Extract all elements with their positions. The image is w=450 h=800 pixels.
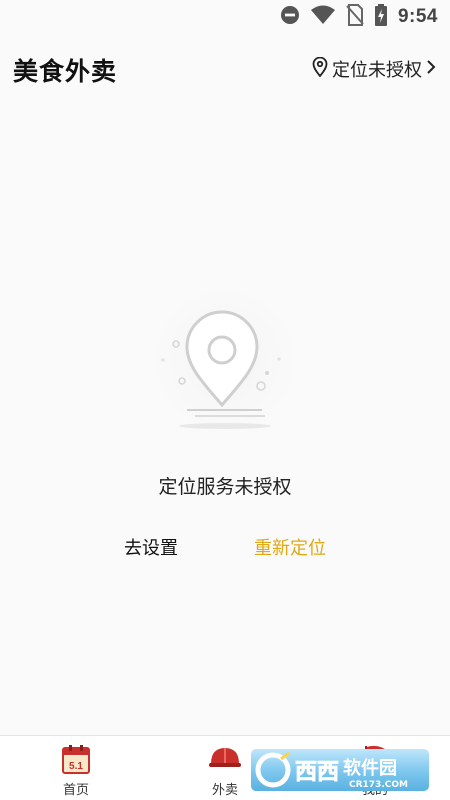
page-title: 美食外卖: [13, 58, 118, 86]
relocate-button[interactable]: 重新定位: [254, 534, 326, 560]
status-bar: 9:54: [0, 0, 450, 34]
svg-text:西西: 西西: [295, 760, 339, 785]
dnd-icon: [280, 5, 300, 30]
location-pin-illustration: [125, 265, 325, 455]
svg-text:CR173.COM: CR173.COM: [349, 780, 408, 790]
no-sim-icon: [346, 3, 364, 31]
wifi-icon: [310, 5, 336, 30]
calendar-5-1-icon: 5.1: [62, 744, 90, 779]
tab-home[interactable]: 5.1 首页: [16, 736, 136, 800]
go-settings-button[interactable]: 去设置: [124, 534, 178, 560]
delivery-helmet-icon: [208, 744, 242, 777]
location-pin-icon: [312, 56, 328, 82]
tab-home-label: 首页: [62, 782, 89, 797]
empty-state-message: 定位服务未授权: [158, 477, 292, 498]
location-selector[interactable]: 定位未授权: [312, 56, 436, 82]
watermark-logo: 西西 软件园 CR173.COM: [251, 749, 429, 791]
battery-charging-icon: [374, 3, 388, 31]
status-icons: 9:54: [280, 3, 438, 31]
chevron-right-icon: [426, 59, 436, 80]
location-label: 定位未授权: [332, 60, 422, 80]
svg-text:软件园: 软件园: [343, 757, 397, 779]
status-time: 9:54: [397, 6, 438, 27]
svg-text:5.1: 5.1: [69, 761, 83, 772]
header: 美食外卖 定位未授权: [0, 40, 450, 96]
